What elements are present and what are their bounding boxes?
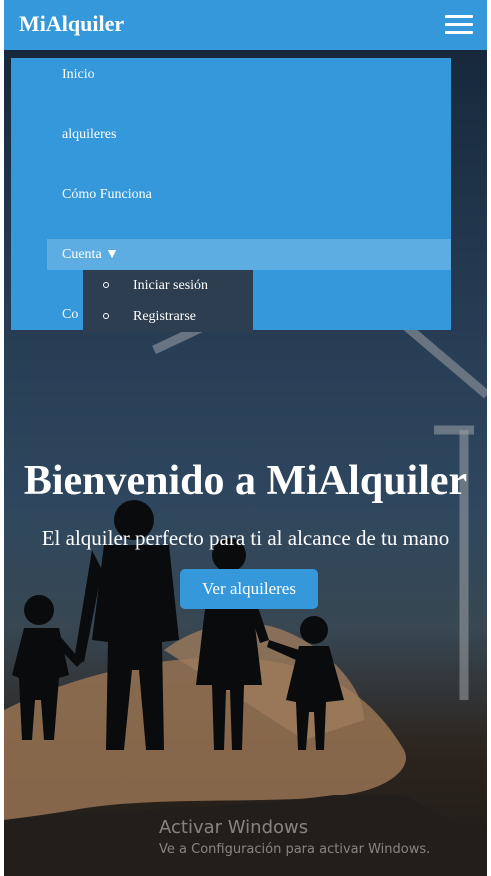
page-frame: Bienvenido a MiAlquiler El alquiler perf…: [4, 0, 487, 876]
submenu-item-login-label: Iniciar sesión: [133, 278, 209, 293]
brand-logo[interactable]: MiAlquiler: [19, 11, 124, 37]
nav-item-alquileres[interactable]: alquileres: [62, 126, 116, 144]
hero-title: Bienvenido a MiAlquiler: [23, 458, 468, 504]
windows-activation-subtitle: Ve a Configuración para activar Windows.: [159, 842, 431, 857]
windows-activation-title: Activar Windows: [159, 817, 309, 838]
bullet-icon: [103, 313, 109, 319]
view-rentals-button[interactable]: Ver alquileres: [180, 569, 318, 609]
submenu-item-register-label: Registrarse: [133, 309, 196, 324]
nav-item-como-funciona[interactable]: Cómo Funciona: [62, 186, 152, 204]
account-submenu: Iniciar sesión Registrarse: [83, 270, 253, 332]
top-navbar: MiAlquiler: [4, 0, 487, 50]
submenu-item-login[interactable]: Iniciar sesión: [83, 270, 253, 301]
hamburger-menu-icon[interactable]: [445, 15, 473, 35]
submenu-item-register[interactable]: Registrarse: [83, 301, 253, 332]
hero-subtitle: El alquiler perfecto para ti al alcance …: [41, 526, 450, 550]
nav-item-cuenta-label: Cuenta ▼: [62, 247, 120, 262]
nav-item-inicio[interactable]: Inicio: [62, 66, 95, 84]
nav-item-contacto[interactable]: Co: [62, 306, 78, 324]
nav-item-cuenta[interactable]: Cuenta ▼: [47, 239, 451, 270]
bullet-icon: [103, 282, 109, 288]
